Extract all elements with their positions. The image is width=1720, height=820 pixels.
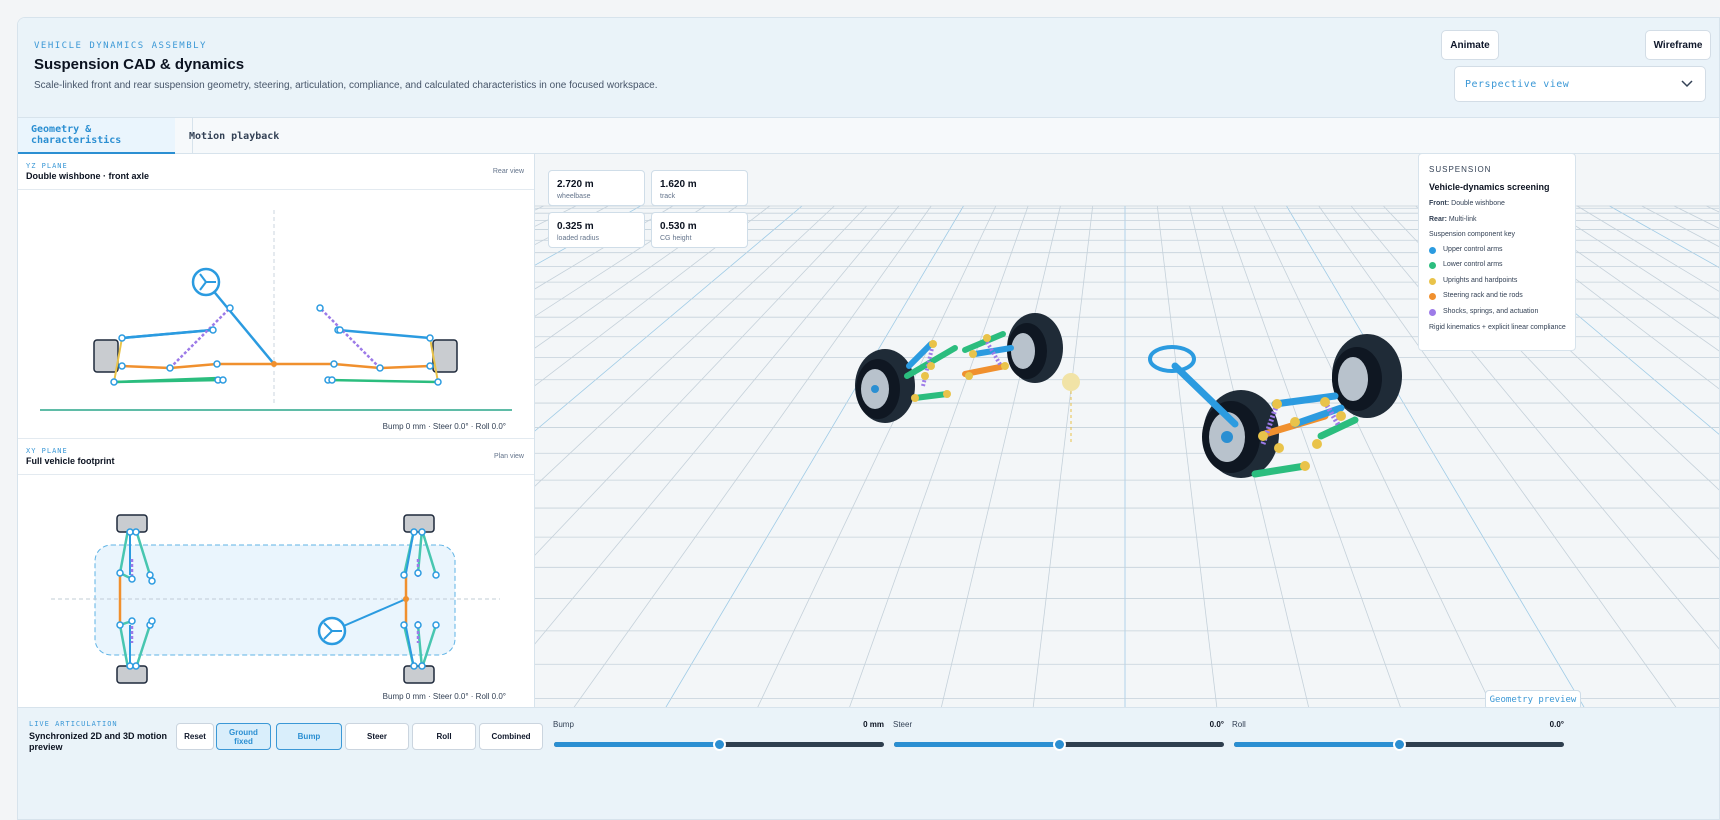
legend-item: Steering rack and tie rods	[1443, 292, 1523, 299]
shock-swatch	[1429, 309, 1436, 316]
steer-button[interactable]: Steer	[345, 723, 409, 750]
xy-plane-label: XY PLANE	[26, 447, 68, 455]
xy-plane-title: Full vehicle footprint	[26, 456, 115, 466]
steer-slider[interactable]	[894, 738, 1224, 751]
ground-fixed-button[interactable]: Ground fixed	[216, 723, 271, 750]
metric-card-wheelbase: 2.720 m wheelbase	[548, 170, 645, 206]
suspension-legend: SUSPENSION Vehicle-dynamics screening Fr…	[1418, 153, 1576, 351]
legend-section-label: SUSPENSION	[1429, 165, 1492, 174]
animate-button[interactable]: Animate	[1441, 30, 1499, 60]
legend-item: Shocks, springs, and actuation	[1443, 308, 1539, 315]
metric-value: 0.325 m	[557, 221, 594, 232]
front-value: Double wishbone	[1451, 200, 1505, 207]
slider-fill	[554, 742, 719, 747]
bump-slider[interactable]	[554, 738, 884, 751]
bump-slider-value: 0 mm	[863, 720, 884, 729]
slider-thumb[interactable]	[713, 738, 726, 751]
metric-card-track: 1.620 m track	[651, 170, 748, 206]
articulation-bar: LIVE ARTICULATION Synchronized 2D and 3D…	[18, 707, 1719, 819]
metric-label: loaded radius	[557, 235, 600, 242]
lower-arm-swatch	[1429, 262, 1436, 269]
roll-slider-label: Roll	[1232, 720, 1246, 729]
tab-geometry[interactable]: Geometry & characteristics	[18, 118, 175, 154]
view-select-value: Perspective view	[1465, 79, 1570, 90]
steering-swatch	[1429, 293, 1436, 300]
yz-plane-label: YZ PLANE	[26, 162, 68, 170]
legend-item: Upper control arms	[1443, 246, 1503, 253]
upright-swatch	[1429, 278, 1436, 285]
rear-value: Multi-link	[1448, 216, 1477, 223]
view-select[interactable]: Perspective view	[1454, 66, 1706, 102]
header-eyebrow: VEHICLE DYNAMICS ASSEMBLY	[34, 41, 207, 51]
xy-view-label: Plan view	[494, 453, 524, 460]
yz-geometry-diagram	[40, 210, 512, 411]
steer-slider-label: Steer	[893, 720, 913, 729]
legend-rear-row: Rear: Multi-link	[1429, 216, 1476, 223]
slider-fill	[1234, 742, 1399, 747]
page-subtitle: Scale-linked front and rear suspension g…	[34, 80, 658, 91]
yz-status-text: Bump 0 mm · Steer 0.0° · Roll 0.0°	[382, 422, 506, 431]
metric-label: wheelbase	[557, 193, 591, 200]
slider-thumb[interactable]	[1053, 738, 1066, 751]
live-articulation-title: Synchronized 2D and 3D motion preview	[29, 731, 168, 752]
tab-motion-playback[interactable]: Motion playback	[176, 118, 292, 154]
xy-footprint-diagram	[51, 514, 500, 684]
legend-note: Rigid kinematics + explicit linear compl…	[1429, 324, 1566, 331]
app-window: VEHICLE DYNAMICS ASSEMBLY Suspension CAD…	[17, 17, 1720, 820]
page-header: VEHICLE DYNAMICS ASSEMBLY Suspension CAD…	[18, 18, 1719, 118]
tab-bar: Geometry & characteristics Motion playba…	[18, 118, 1719, 154]
reset-button[interactable]: Reset	[176, 723, 214, 750]
upper-arm-swatch	[1429, 247, 1436, 254]
yz-plane-panel: YZ PLANE Double wishbone · front axle Re…	[18, 154, 534, 438]
metric-label: track	[660, 193, 676, 200]
roll-button[interactable]: Roll	[412, 723, 476, 750]
live-articulation-label: LIVE ARTICULATION	[29, 720, 118, 728]
legend-title: Vehicle-dynamics screening	[1429, 182, 1550, 192]
yz-plane-title: Double wishbone · front axle	[26, 171, 150, 181]
bump-button[interactable]: Bump	[276, 723, 342, 750]
legend-key-title: Suspension component key	[1429, 231, 1515, 238]
chevron-down-icon	[1681, 80, 1693, 88]
wireframe-button[interactable]: Wireframe	[1645, 30, 1711, 60]
roll-slider[interactable]	[1234, 738, 1564, 751]
legend-item: Uprights and hardpoints	[1443, 277, 1518, 284]
metric-card-cg-height: 0.530 m CG height	[651, 212, 748, 248]
slider-fill	[894, 742, 1059, 747]
legend-item: Lower control arms	[1443, 261, 1503, 268]
front-key: Front:	[1429, 200, 1450, 207]
metric-value: 2.720 m	[557, 179, 594, 190]
combined-button[interactable]: Combined	[479, 723, 543, 750]
xy-status-text: Bump 0 mm · Steer 0.0° · Roll 0.0°	[382, 692, 506, 701]
steer-slider-value: 0.0°	[1209, 720, 1224, 729]
roll-slider-value: 0.0°	[1549, 720, 1564, 729]
metric-label: CG height	[660, 235, 692, 242]
yz-view-label: Rear view	[492, 168, 524, 175]
slider-thumb[interactable]	[1393, 738, 1406, 751]
xy-plane-panel: XY PLANE Full vehicle footprint Plan vie…	[18, 439, 534, 707]
metric-card-loaded-radius: 0.325 m loaded radius	[548, 212, 645, 248]
metric-value: 1.620 m	[660, 179, 697, 190]
legend-front-row: Front: Double wishbone	[1429, 200, 1505, 207]
page-title: Suspension CAD & dynamics	[34, 56, 245, 73]
metric-value: 0.530 m	[660, 221, 697, 232]
rear-key: Rear:	[1429, 216, 1447, 223]
bump-slider-label: Bump	[553, 720, 574, 729]
